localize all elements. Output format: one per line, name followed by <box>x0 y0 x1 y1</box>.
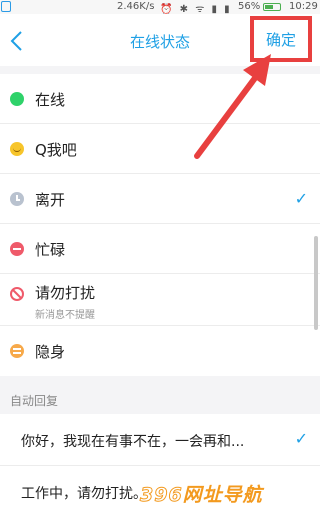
status-item-sublabel: 新消息不提醒 <box>35 310 95 321</box>
invisible-icon <box>10 344 24 358</box>
selected-check-icon: ✓ <box>294 189 308 208</box>
status-item-label: 离开 <box>35 191 66 209</box>
smile-face-icon <box>10 142 24 156</box>
status-item-label: 隐身 <box>35 343 66 361</box>
auto-reply-item[interactable]: 你好，我现在有事不在，一会再和... ✓ <box>0 414 320 466</box>
status-item-invisible[interactable]: 隐身 <box>0 326 320 376</box>
network-speed: 2.46K/s <box>117 1 155 12</box>
scrollbar-thumb[interactable] <box>314 236 318 330</box>
battery-percent: 56% <box>238 1 261 12</box>
status-icons: ⏰ ✱ ᯤ ▮ ▮ <box>160 4 232 15</box>
no-entry-icon <box>10 287 24 301</box>
auto-reply-section-title: 自动回复 <box>10 394 59 408</box>
status-item-label: 忙碌 <box>35 241 66 259</box>
watermark-digits: 396 <box>140 484 183 507</box>
status-item-label: 在线 <box>35 91 66 109</box>
status-item-away[interactable]: 离开 ✓ <box>0 174 320 224</box>
watermark-logo: 396网址导航 <box>140 480 263 507</box>
selected-check-icon: ✓ <box>294 429 308 448</box>
auto-reply-label: 工作中，请勿打扰。 <box>21 486 147 502</box>
status-bar: 2.46K/s ⏰ ✱ ᯤ ▮ ▮ 56% 10:29 <box>0 0 320 15</box>
status-item-label: 请勿打扰 <box>35 284 96 302</box>
watermark-text: 网址导航 <box>182 484 263 506</box>
annotation-arrow-icon <box>194 54 271 159</box>
online-dot-icon <box>10 92 24 106</box>
battery-icon <box>263 3 281 11</box>
confirm-button-label: 确定 <box>265 30 296 49</box>
busy-icon <box>10 242 24 256</box>
clock-icon <box>10 192 24 206</box>
auto-reply-label: 你好，我现在有事不在，一会再和... <box>21 434 245 450</box>
clock-time: 10:29 <box>289 1 318 12</box>
status-item-busy[interactable]: 忙碌 <box>0 224 320 274</box>
status-item-label: Q我吧 <box>35 141 77 159</box>
app-notification-icon <box>1 1 11 12</box>
status-item-do-not-disturb[interactable]: 请勿打扰 新消息不提醒 <box>0 274 320 326</box>
